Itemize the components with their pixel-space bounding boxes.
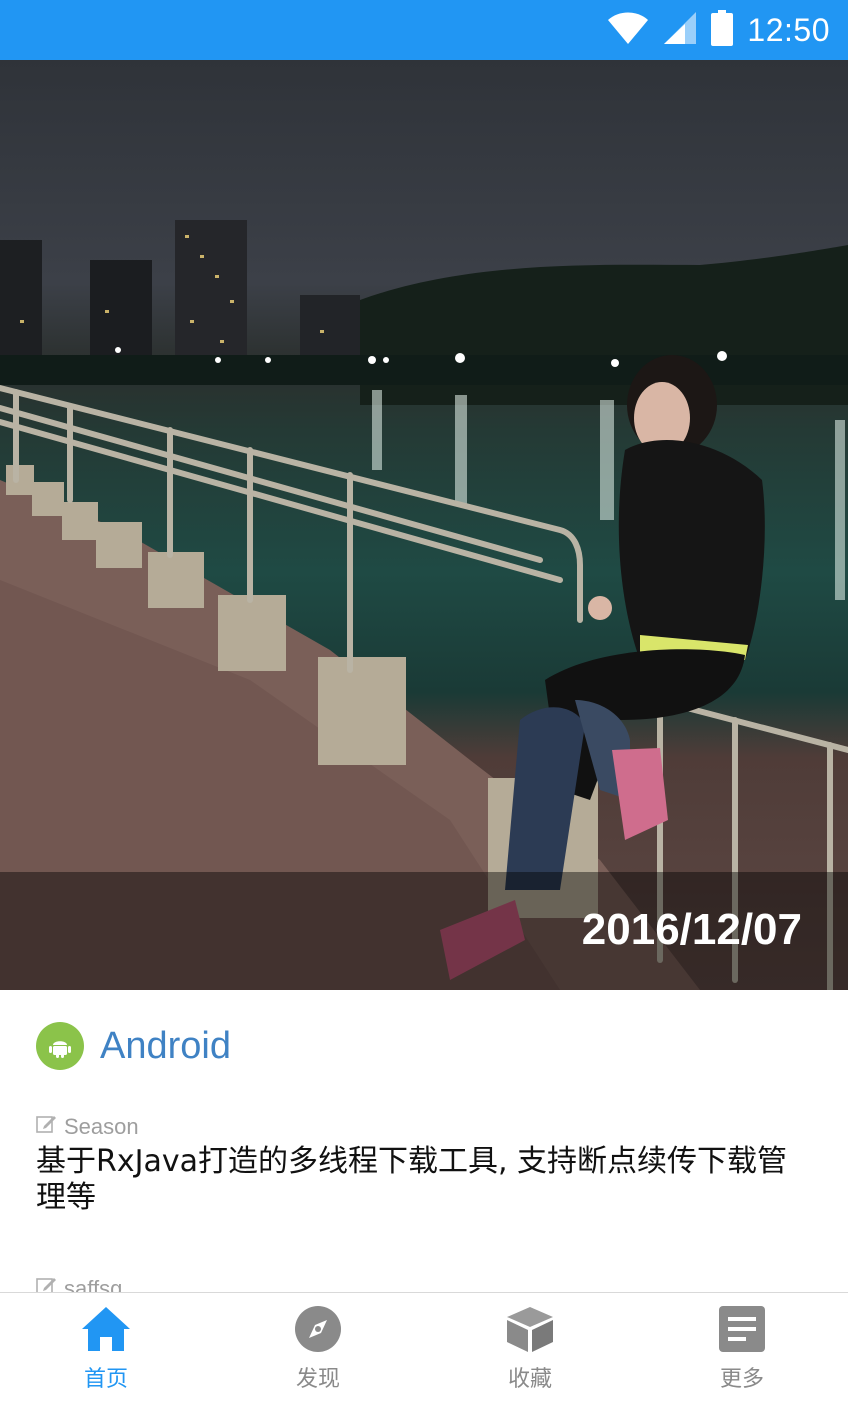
list-item[interactable]: Season 基于RxJava打造的多线程下载工具, 支持断点续传下载管理等 [36,1114,812,1216]
status-icons: 12:50 [607,10,830,50]
category-label: Android [100,1024,231,1067]
article-author: saffsg [64,1276,123,1292]
status-time: 12:50 [747,11,830,48]
home-icon [80,1305,132,1357]
nav-label: 更多 [719,1367,764,1392]
status-bar: 12:50 [0,0,848,60]
android-icon [36,1022,84,1070]
nav-label: 发现 [295,1367,340,1392]
battery-icon [711,10,734,50]
article-meta: Season [36,1114,812,1140]
article-meta: saffsg [36,1276,812,1292]
edit-icon [36,1276,58,1292]
article-title: 基于RxJava打造的多线程下载工具, 支持断点续传下载管理等 [36,1144,788,1215]
hero-photo[interactable]: 2016/12/07 [0,60,848,990]
article-author: Season [64,1114,139,1139]
article-list: Android Season 基于RxJava打造的多线程下载工具, 支持断点续… [0,990,848,1292]
nav-item-favorites[interactable]: 收藏 [424,1293,636,1401]
signal-icon [663,11,697,49]
nav-item-discover[interactable]: 发现 [212,1293,424,1401]
box-icon [505,1305,555,1357]
nav-item-home[interactable]: 首页 [0,1293,212,1401]
bottom-navigation: 首页 发现 收藏 更多 [0,1292,848,1401]
nav-label: 收藏 [507,1367,552,1392]
list-item[interactable]: saffsg [36,1276,812,1292]
edit-icon [36,1114,58,1140]
nav-label: 首页 [83,1367,128,1392]
wifi-icon [607,11,649,49]
night-lakeside-scene [0,220,848,990]
more-document-icon [717,1305,767,1357]
category-header[interactable]: Android [36,1022,231,1070]
nav-item-more[interactable]: 更多 [636,1293,848,1401]
post-date: 2016/12/07 [581,905,802,954]
compass-icon [293,1305,343,1357]
